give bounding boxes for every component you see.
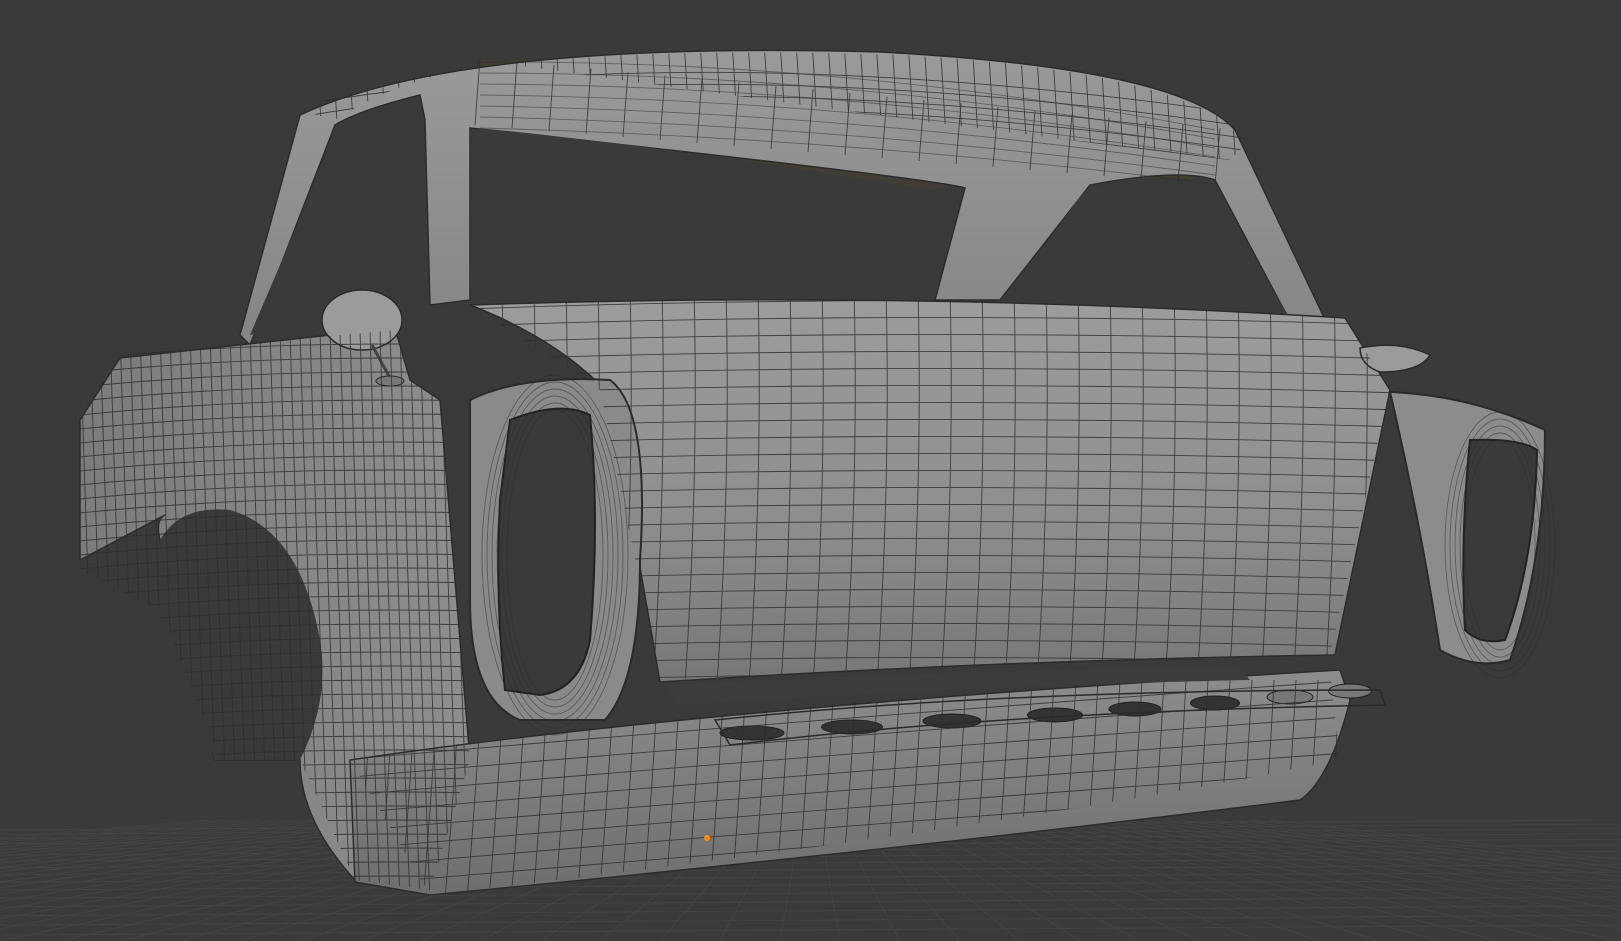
car-body-mesh[interactable] [70,40,1556,940]
3d-viewport[interactable] [0,0,1621,941]
object-origin-point[interactable] [704,835,710,841]
tail-light-right-opening [1462,438,1539,643]
tail-light-left-opening [497,407,596,697]
right-mirror [1359,344,1432,373]
viewport-canvas[interactable] [0,0,1621,941]
